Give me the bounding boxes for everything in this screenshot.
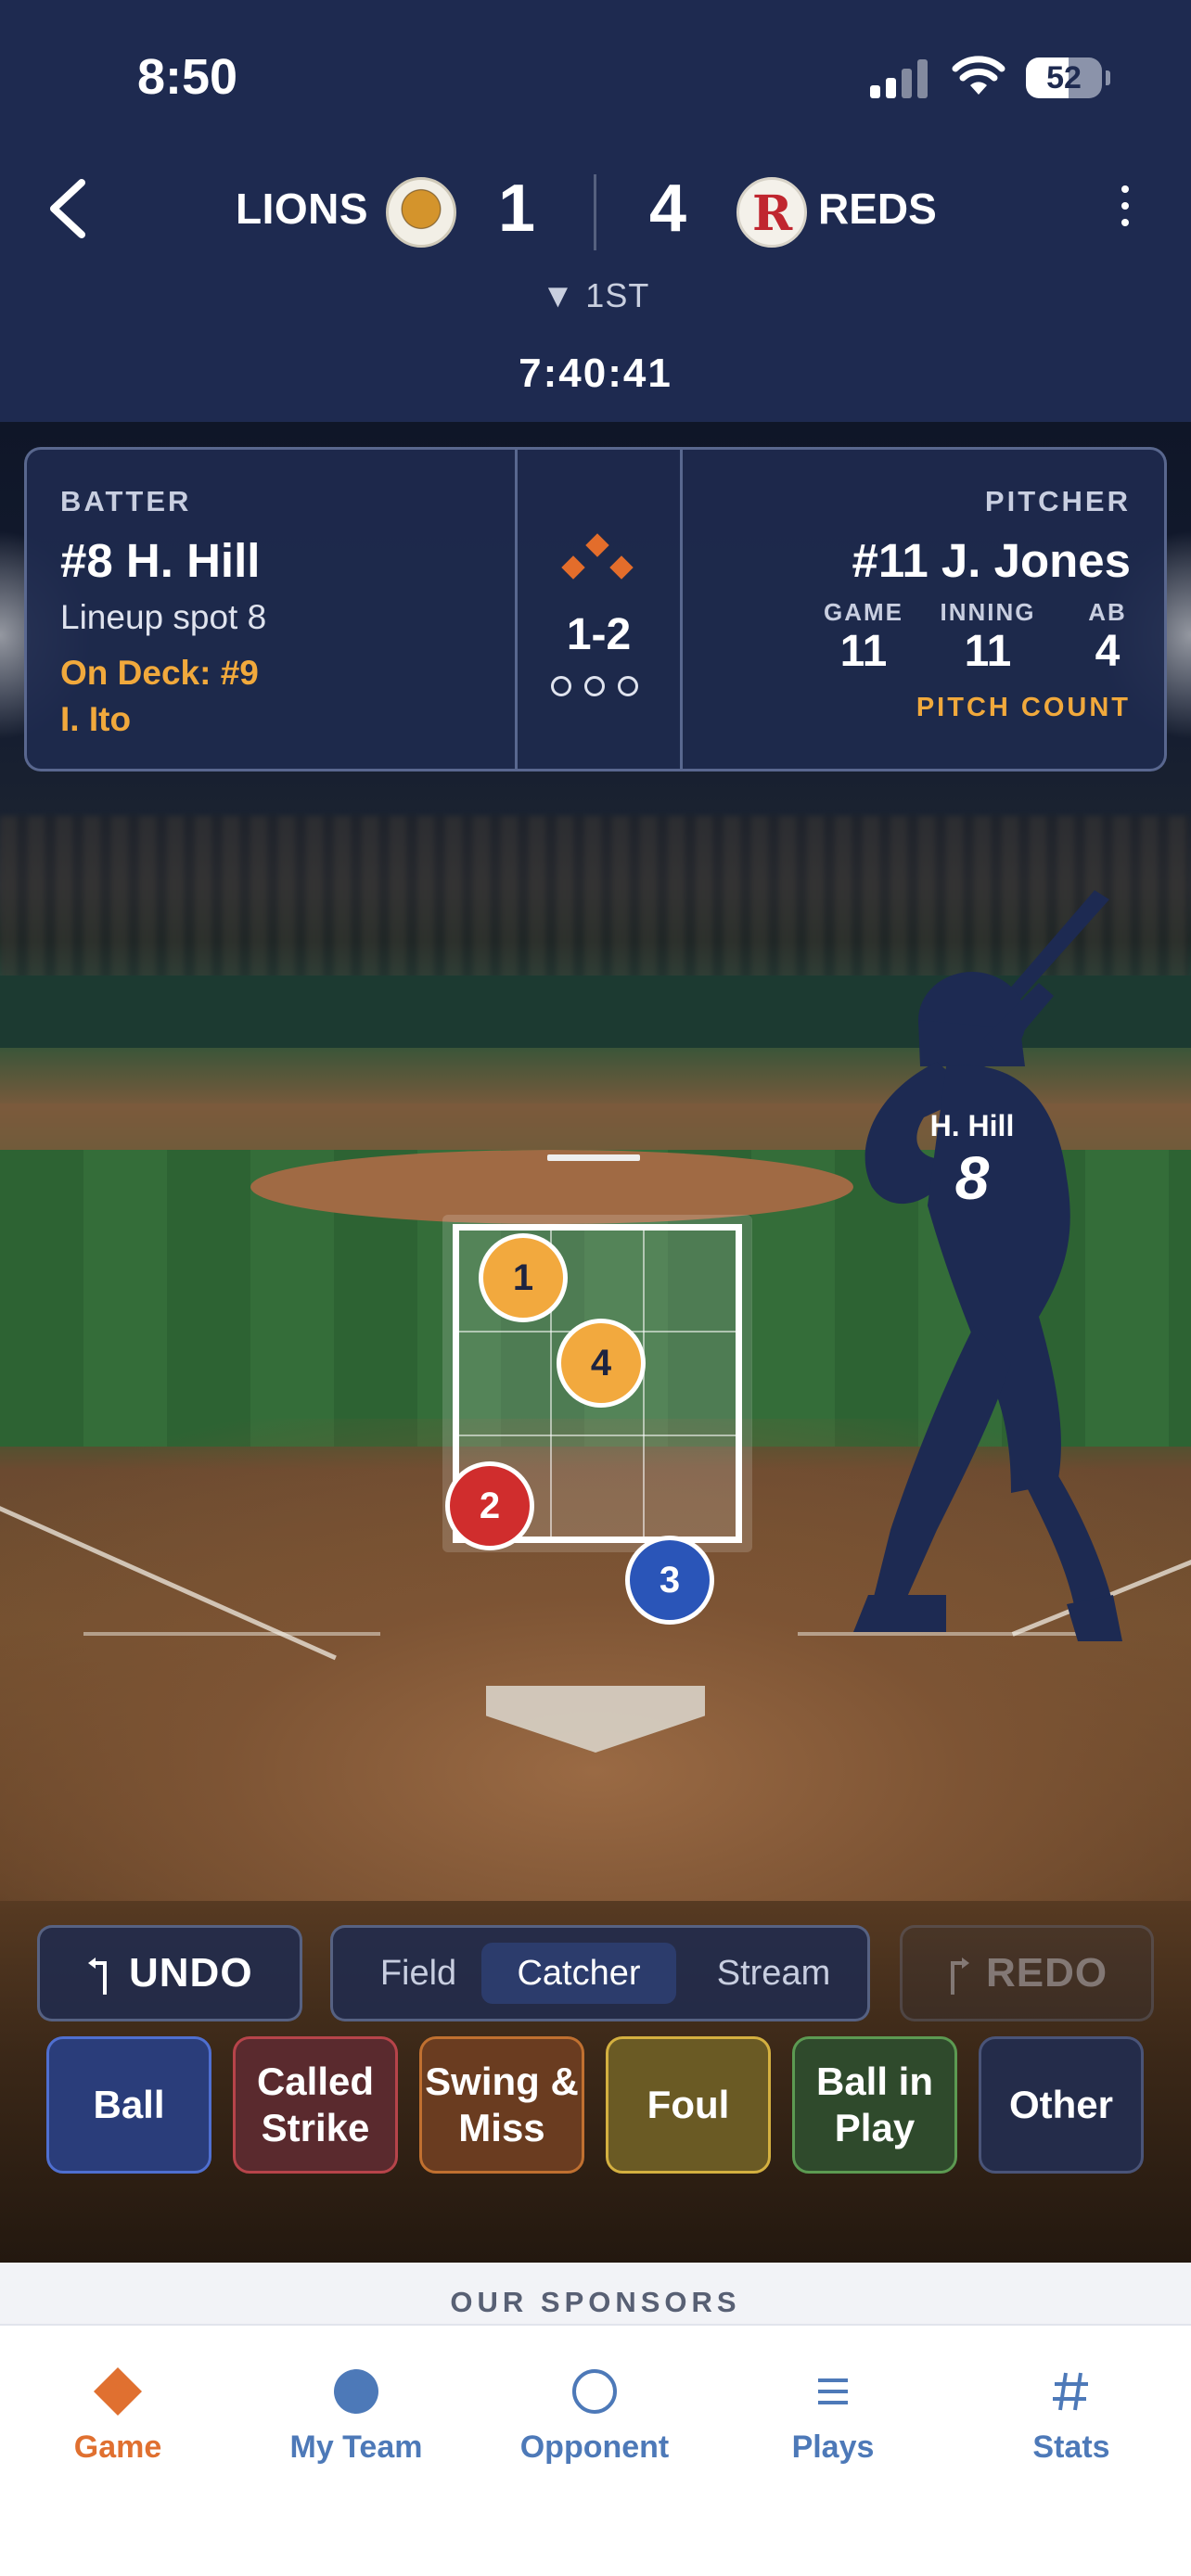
batter-label: BATTER	[60, 485, 192, 517]
stat-inning-label: INNING	[940, 598, 1036, 626]
pitch-marker-1[interactable]: 1	[479, 1233, 568, 1322]
tab-plays-label: Plays	[791, 2429, 875, 2465]
lions-logo	[386, 177, 456, 248]
pitchers-mound	[250, 1150, 853, 1224]
view-field-tab[interactable]: Field	[344, 1943, 493, 2004]
other-button-label: Other	[1008, 2082, 1113, 2126]
ball-button[interactable]: Ball	[46, 2036, 211, 2174]
silhouette-batter-name: H. Hill	[929, 1109, 1015, 1142]
undo-button[interactable]: UNDO	[37, 1925, 302, 2021]
pitch-marker-3[interactable]: 3	[625, 1536, 714, 1625]
stat-game-value: 11	[839, 627, 888, 676]
bottom-tab-bar: Game My Team Opponent Plays Stats	[0, 2324, 1191, 2576]
stat-ab-value: 4	[1095, 627, 1121, 676]
tab-opponent[interactable]: Opponent	[502, 2359, 687, 2466]
batters-box-left	[83, 1632, 380, 1636]
battery-icon: 52	[1026, 57, 1102, 98]
silhouette-batter-number: 8	[954, 1143, 990, 1212]
outs-indicator	[551, 674, 647, 698]
hollow-circle-icon	[572, 2369, 617, 2414]
pitching-rubber	[547, 1154, 640, 1161]
back-chevron-icon[interactable]	[37, 172, 102, 246]
tab-my-team[interactable]: My Team	[263, 2359, 449, 2466]
on-deck-label: On Deck: #9	[60, 654, 259, 692]
pitcher-label: PITCHER	[984, 485, 1131, 517]
foul-button[interactable]: Foul	[606, 2036, 771, 2174]
ball-in-play-label-1: Ball in	[815, 2059, 934, 2103]
home-team-name: REDS	[818, 185, 937, 233]
card-divider	[680, 450, 683, 769]
stat-game-label: GAME	[824, 598, 903, 626]
called-strike-label-1: Called	[256, 2059, 375, 2103]
game-header: 8:50 52 LIONS 1 4 R REDS ▼ 1ST 7:40:41	[0, 0, 1191, 422]
undo-arrow-icon	[88, 1958, 107, 1995]
view-catcher-tab[interactable]: Catcher	[481, 1943, 676, 2004]
tab-game-label: Game	[73, 2429, 162, 2465]
tab-game[interactable]: Game	[25, 2359, 211, 2466]
home-score: 4	[649, 172, 687, 246]
pitch-marker-2[interactable]: 2	[445, 1461, 534, 1550]
tab-stats[interactable]: Stats	[979, 2359, 1164, 2466]
inning-indicator: ▼ 1ST	[541, 276, 650, 314]
swing-miss-button[interactable]: Swing & Miss	[419, 2036, 584, 2174]
tab-my-team-label: My Team	[289, 2429, 423, 2465]
undo-label: UNDO	[129, 1950, 253, 1996]
stat-ab-label: AB	[1088, 598, 1127, 626]
away-team-name: LIONS	[236, 185, 369, 233]
other-button[interactable]: Other	[979, 2036, 1144, 2174]
sponsors-banner[interactable]: OUR SPONSORS	[0, 2263, 1191, 2324]
first-base	[609, 555, 634, 580]
away-score: 1	[498, 172, 536, 246]
foul-button-label: Foul	[647, 2082, 730, 2126]
tab-plays[interactable]: Plays	[740, 2359, 926, 2466]
score-divider	[594, 174, 596, 250]
redo-button[interactable]: REDO	[900, 1925, 1154, 2021]
filled-circle-icon	[334, 2369, 378, 2414]
third-base	[561, 555, 585, 580]
batter-silhouette	[853, 890, 1122, 1641]
called-strike-button[interactable]: Called Strike	[233, 2036, 398, 2174]
pitcher-name[interactable]: #11 J. Jones	[852, 533, 1131, 588]
tab-opponent-label: Opponent	[519, 2429, 670, 2465]
tab-stats-label: Stats	[1032, 2429, 1110, 2465]
at-bat-card: BATTER #8 H. Hill Lineup spot 8 On Deck:…	[24, 447, 1167, 772]
reds-logo: R	[736, 177, 807, 248]
swing-miss-label-2: Miss	[458, 2106, 545, 2149]
game-clock: 7:40:41	[519, 351, 672, 396]
pitch-marker-4[interactable]: 4	[557, 1319, 646, 1408]
batter-name[interactable]: #8 H. Hill	[60, 533, 260, 588]
ball-button-label: Ball	[93, 2082, 165, 2126]
hash-icon	[1053, 2372, 1088, 2411]
battery-nub	[1106, 70, 1110, 85]
bases-diamond-icon	[556, 533, 639, 593]
called-strike-label-2: Strike	[261, 2106, 370, 2149]
view-stream-tab[interactable]: Stream	[685, 1943, 862, 2004]
stat-inning-value: 11	[964, 627, 1012, 676]
second-base	[585, 533, 609, 557]
list-icon	[818, 2378, 848, 2404]
status-time: 8:50	[137, 49, 238, 105]
diamond-icon	[94, 2367, 142, 2416]
ball-in-play-label-2: Play	[834, 2106, 916, 2149]
more-menu-icon[interactable]	[1111, 176, 1139, 236]
reds-logo-letter: R	[752, 185, 793, 242]
swing-miss-label-1: Swing &	[425, 2059, 579, 2103]
redo-arrow-icon	[951, 1958, 969, 1995]
on-deck-player: I. Ito	[60, 700, 132, 738]
view-segmented-control[interactable]: Field Catcher Stream	[330, 1925, 870, 2021]
lineup-spot: Lineup spot 8	[60, 598, 267, 636]
redo-label: REDO	[986, 1950, 1108, 1996]
ball-in-play-button[interactable]: Ball in Play	[792, 2036, 957, 2174]
wifi-icon	[952, 56, 1005, 95]
ball-strike-count: 1-2	[566, 610, 632, 659]
pitch-count-link[interactable]: PITCH COUNT	[916, 693, 1131, 723]
cellular-signal-icon	[870, 57, 928, 98]
